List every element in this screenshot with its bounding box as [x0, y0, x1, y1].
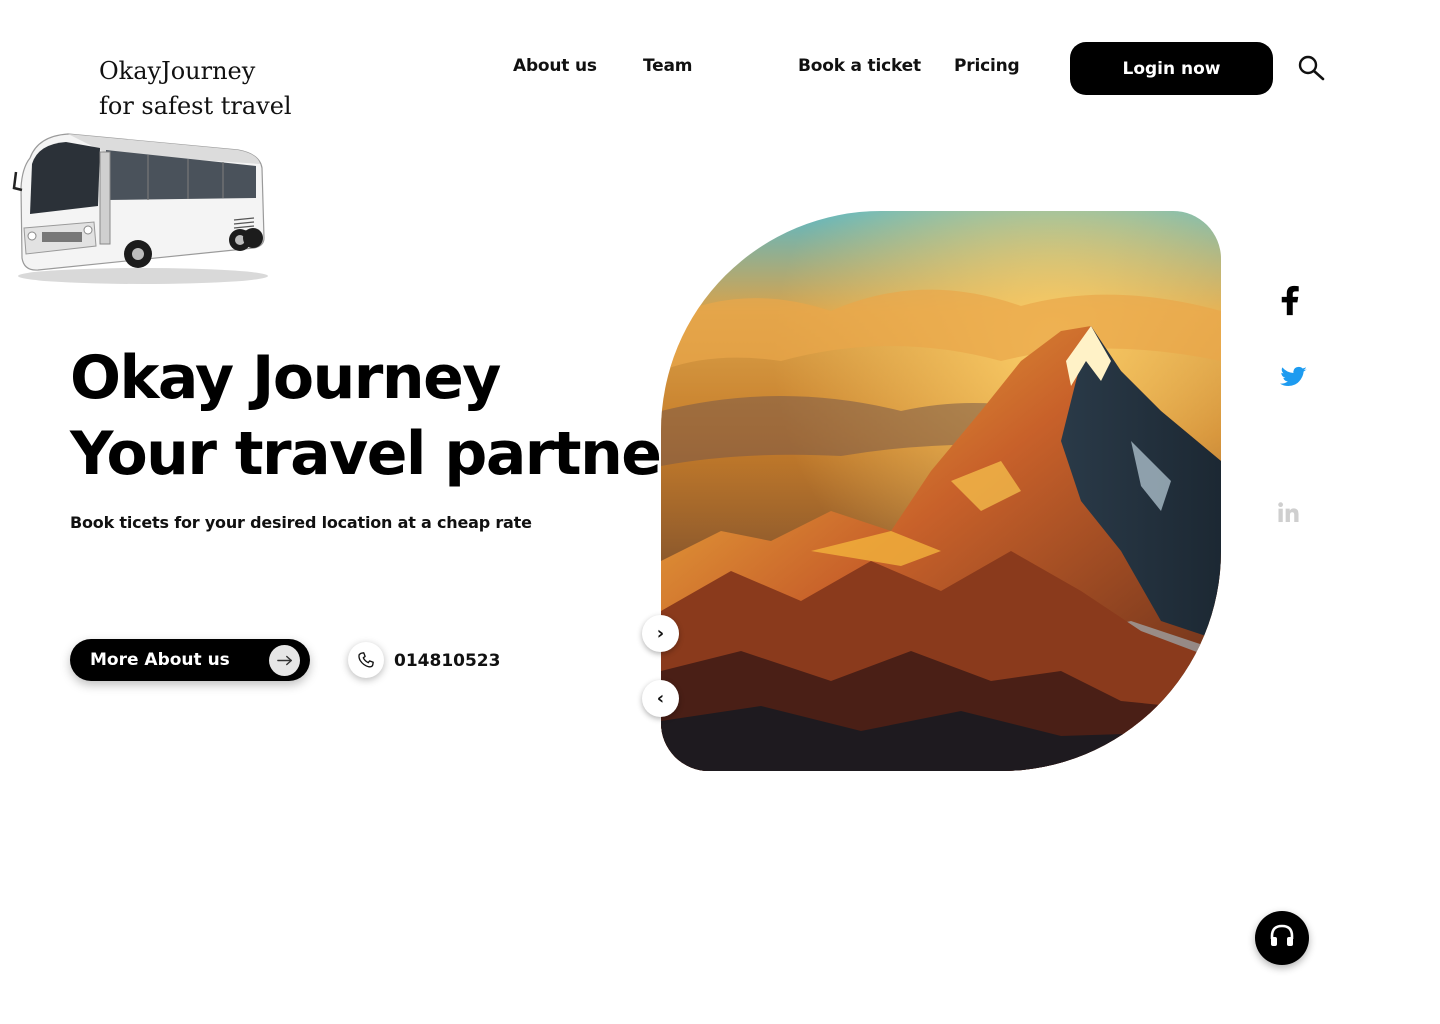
search-icon[interactable]	[1296, 54, 1326, 82]
carousel-next-button[interactable]: ›	[642, 615, 679, 652]
hero-mountain-image	[661, 211, 1221, 771]
brand-name: OkayJourney	[99, 57, 256, 85]
login-button[interactable]: Login now	[1070, 42, 1273, 95]
bus-image	[8, 128, 270, 286]
nav-team[interactable]: Team	[643, 56, 692, 76]
hero-title-line-1: Okay Journey	[70, 343, 501, 413]
twitter-icon[interactable]	[1280, 366, 1308, 394]
brand-logo-text[interactable]: OkayJourney for safest travel	[99, 54, 292, 124]
carousel-prev-button[interactable]: ‹	[642, 680, 679, 717]
phone-icon[interactable]	[348, 642, 384, 678]
brand-tagline: for safest travel	[99, 92, 292, 120]
nav-pricing[interactable]: Pricing	[954, 56, 1020, 76]
phone-number[interactable]: 014810523	[394, 651, 500, 671]
nav-book-a-ticket[interactable]: Book a ticket	[798, 56, 921, 76]
chevron-left-icon: ‹	[656, 688, 665, 709]
linkedin-icon[interactable]	[1278, 502, 1299, 527]
chevron-right-icon: ›	[656, 623, 665, 644]
more-about-us-button[interactable]: More About us	[70, 639, 310, 681]
hero-title: Okay Journey Your travel partner	[70, 340, 690, 492]
support-chat-button[interactable]	[1255, 911, 1309, 965]
hero-title-line-2: Your travel partner	[70, 419, 690, 489]
headphones-icon	[1268, 922, 1296, 954]
login-button-label: Login now	[1122, 58, 1221, 79]
facebook-icon[interactable]	[1279, 284, 1301, 321]
nav-about-us[interactable]: About us	[513, 56, 597, 76]
hero-subtitle: Book ticets for your desired location at…	[70, 513, 532, 532]
arrow-right-icon	[269, 645, 300, 676]
more-about-us-label: More About us	[90, 650, 230, 670]
